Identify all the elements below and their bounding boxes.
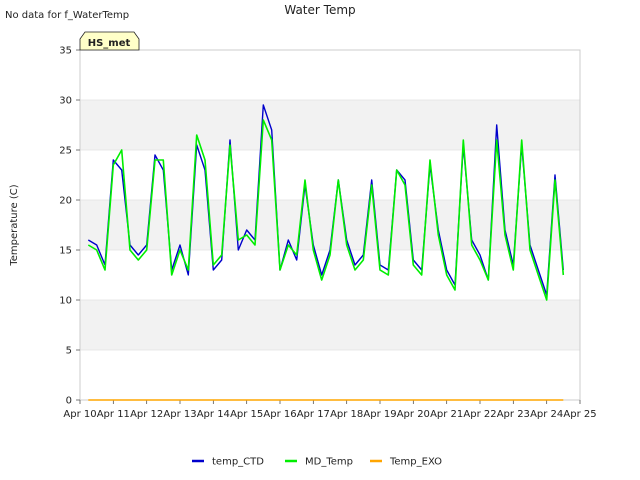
y-tick-label: 10 xyxy=(59,296,72,307)
x-tick-label: Apr 25 xyxy=(563,409,596,420)
station-badge: HS_met xyxy=(79,31,140,51)
legend-label: MD_Temp xyxy=(305,457,353,468)
y-tick-label: 20 xyxy=(59,196,72,207)
y-tick-label: 15 xyxy=(59,246,72,257)
x-tick-label: Apr 19 xyxy=(363,409,396,420)
station-badge-label: HS_met xyxy=(88,38,131,49)
x-tick-label: Apr 14 xyxy=(197,409,230,420)
chart-title: Water Temp xyxy=(284,3,355,17)
x-tick-label: Apr 20 xyxy=(397,409,430,420)
x-tick-label: Apr 22 xyxy=(463,409,496,420)
x-tick-label: Apr 16 xyxy=(263,409,296,420)
x-tick-label: Apr 24 xyxy=(530,409,563,420)
x-tick-label: Apr 10 xyxy=(63,409,96,420)
y-tick-label: 25 xyxy=(59,146,72,157)
legend-label: temp_CTD xyxy=(212,457,264,468)
x-axis-ticks: Apr 10 Apr 11 Apr 12 Apr 13 Apr 14 Apr 15 Apr … xyxy=(63,400,597,420)
grid-band xyxy=(80,100,580,150)
x-tick-label: Apr 15 xyxy=(230,409,263,420)
y-axis-ticks: 0 5 10 15 20 25 30 35 xyxy=(59,46,80,407)
x-tick-label: Apr 12 xyxy=(130,409,163,420)
y-tick-label: 0 xyxy=(66,396,72,407)
y-tick-label: 35 xyxy=(59,46,72,57)
x-tick-label: Apr 23 xyxy=(497,409,530,420)
y-tick-label: 30 xyxy=(59,96,72,107)
no-data-note: No data for f_WaterTemp xyxy=(5,10,129,21)
x-tick-label: Apr 18 xyxy=(330,409,363,420)
water-temp-chart: 05101520253035 Apr 10 Apr 11 Apr 12 Apr 13 A… xyxy=(5,3,597,468)
x-tick-label: Apr 11 xyxy=(97,409,130,420)
y-axis-label: Temperature (C) xyxy=(9,184,20,266)
grid-band xyxy=(80,300,580,350)
legend-label: Temp_EXO xyxy=(389,457,442,468)
x-tick-label: Apr 21 xyxy=(430,409,463,420)
legend: temp_CTD MD_Temp Temp_EXO xyxy=(192,457,442,468)
x-tick-label: Apr 17 xyxy=(297,409,330,420)
x-tick-label: Apr 13 xyxy=(163,409,196,420)
y-tick-label: 5 xyxy=(66,346,72,357)
